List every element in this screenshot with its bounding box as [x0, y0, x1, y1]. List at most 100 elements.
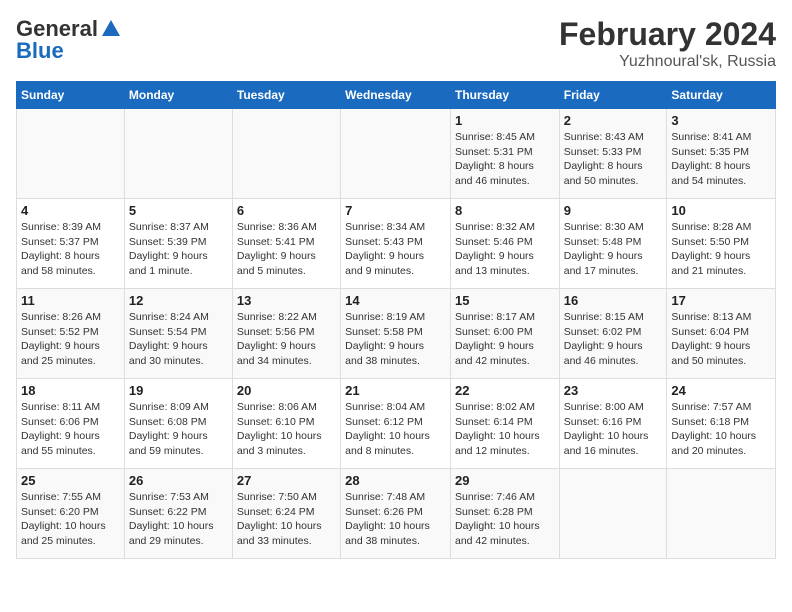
header-wednesday: Wednesday [341, 82, 451, 109]
day-number: 15 [455, 293, 555, 308]
day-info: Sunrise: 8:30 AM Sunset: 5:48 PM Dayligh… [564, 220, 663, 279]
day-number: 6 [237, 203, 336, 218]
calendar-cell: 12 Sunrise: 8:24 AM Sunset: 5:54 PM Dayli… [124, 289, 232, 379]
calendar-cell [341, 109, 451, 199]
day-number: 1 [455, 113, 555, 128]
main-title: February 2024 [559, 16, 776, 53]
day-info: Sunrise: 8:34 AM Sunset: 5:43 PM Dayligh… [345, 220, 446, 279]
subtitle: Yuzhnoural'sk, Russia [559, 53, 776, 71]
day-info: Sunrise: 7:57 AM Sunset: 6:18 PM Dayligh… [671, 400, 771, 459]
day-info: Sunrise: 8:39 AM Sunset: 5:37 PM Dayligh… [21, 220, 120, 279]
day-number: 23 [564, 383, 663, 398]
calendar-cell: 22 Sunrise: 8:02 AM Sunset: 6:14 PM Dayli… [450, 379, 559, 469]
calendar-cell: 20Sunrise: 8:06 AM Sunset: 6:10 PM Dayli… [232, 379, 340, 469]
day-info: Sunrise: 8:45 AM Sunset: 5:31 PM Dayligh… [455, 130, 555, 189]
calendar-cell [559, 469, 667, 559]
calendar-cell: 7 Sunrise: 8:34 AM Sunset: 5:43 PM Daylig… [341, 199, 451, 289]
calendar-cell: 19 Sunrise: 8:09 AM Sunset: 6:08 PM Dayli… [124, 379, 232, 469]
day-number: 22 [455, 383, 555, 398]
header-thursday: Thursday [450, 82, 559, 109]
day-number: 11 [21, 293, 120, 308]
day-number: 7 [345, 203, 446, 218]
day-number: 10 [671, 203, 771, 218]
day-info: Sunrise: 8:09 AM Sunset: 6:08 PM Dayligh… [129, 400, 228, 459]
week-row-2: 4 Sunrise: 8:39 AM Sunset: 5:37 PM Daylig… [17, 199, 776, 289]
day-number: 4 [21, 203, 120, 218]
day-number: 3 [671, 113, 771, 128]
day-number: 13 [237, 293, 336, 308]
day-info: Sunrise: 7:50 AM Sunset: 6:24 PM Dayligh… [237, 490, 336, 549]
calendar-cell: 9Sunrise: 8:30 AM Sunset: 5:48 PM Daylig… [559, 199, 667, 289]
day-number: 24 [671, 383, 771, 398]
day-info: Sunrise: 8:43 AM Sunset: 5:33 PM Dayligh… [564, 130, 663, 189]
calendar-cell: 15 Sunrise: 8:17 AM Sunset: 6:00 PM Dayli… [450, 289, 559, 379]
day-number: 8 [455, 203, 555, 218]
week-row-3: 11 Sunrise: 8:26 AM Sunset: 5:52 PM Dayli… [17, 289, 776, 379]
week-row-5: 25 Sunrise: 7:55 AM Sunset: 6:20 PM Dayli… [17, 469, 776, 559]
day-number: 29 [455, 473, 555, 488]
calendar-cell: 11 Sunrise: 8:26 AM Sunset: 5:52 PM Dayli… [17, 289, 125, 379]
header-saturday: Saturday [667, 82, 776, 109]
day-number: 19 [129, 383, 228, 398]
calendar-cell: 24 Sunrise: 7:57 AM Sunset: 6:18 PM Dayli… [667, 379, 776, 469]
day-info: Sunrise: 8:00 AM Sunset: 6:16 PM Dayligh… [564, 400, 663, 459]
day-info: Sunrise: 7:46 AM Sunset: 6:28 PM Dayligh… [455, 490, 555, 549]
calendar-cell: 27Sunrise: 7:50 AM Sunset: 6:24 PM Dayli… [232, 469, 340, 559]
day-info: Sunrise: 8:11 AM Sunset: 6:06 PM Dayligh… [21, 400, 120, 459]
week-row-4: 18 Sunrise: 8:11 AM Sunset: 6:06 PM Dayli… [17, 379, 776, 469]
page-header: General Blue February 2024 Yuzhnoural'sk… [16, 16, 776, 71]
calendar-cell: 28Sunrise: 7:48 AM Sunset: 6:26 PM Dayli… [341, 469, 451, 559]
day-info: Sunrise: 8:28 AM Sunset: 5:50 PM Dayligh… [671, 220, 771, 279]
calendar-cell: 26 Sunrise: 7:53 AM Sunset: 6:22 PM Dayli… [124, 469, 232, 559]
day-info: Sunrise: 8:02 AM Sunset: 6:14 PM Dayligh… [455, 400, 555, 459]
day-info: Sunrise: 8:26 AM Sunset: 5:52 PM Dayligh… [21, 310, 120, 369]
day-info: Sunrise: 8:24 AM Sunset: 5:54 PM Dayligh… [129, 310, 228, 369]
day-number: 17 [671, 293, 771, 308]
header-monday: Monday [124, 82, 232, 109]
calendar-table: SundayMondayTuesdayWednesdayThursdayFrid… [16, 81, 776, 559]
calendar-cell: 5Sunrise: 8:37 AM Sunset: 5:39 PM Daylig… [124, 199, 232, 289]
day-info: Sunrise: 8:32 AM Sunset: 5:46 PM Dayligh… [455, 220, 555, 279]
calendar-cell [667, 469, 776, 559]
day-info: Sunrise: 8:17 AM Sunset: 6:00 PM Dayligh… [455, 310, 555, 369]
calendar-cell: 3 Sunrise: 8:41 AM Sunset: 5:35 PM Daylig… [667, 109, 776, 199]
logo-icon [100, 18, 122, 40]
calendar-cell: 21 Sunrise: 8:04 AM Sunset: 6:12 PM Dayli… [341, 379, 451, 469]
header-friday: Friday [559, 82, 667, 109]
week-row-1: 1 Sunrise: 8:45 AM Sunset: 5:31 PM Daylig… [17, 109, 776, 199]
calendar-cell: 13Sunrise: 8:22 AM Sunset: 5:56 PM Dayli… [232, 289, 340, 379]
calendar-cell: 2 Sunrise: 8:43 AM Sunset: 5:33 PM Daylig… [559, 109, 667, 199]
day-info: Sunrise: 8:19 AM Sunset: 5:58 PM Dayligh… [345, 310, 446, 369]
day-number: 26 [129, 473, 228, 488]
day-number: 16 [564, 293, 663, 308]
day-number: 28 [345, 473, 446, 488]
calendar-cell: 18 Sunrise: 8:11 AM Sunset: 6:06 PM Dayli… [17, 379, 125, 469]
day-number: 25 [21, 473, 120, 488]
calendar-cell: 16 Sunrise: 8:15 AM Sunset: 6:02 PM Dayli… [559, 289, 667, 379]
day-number: 2 [564, 113, 663, 128]
day-info: Sunrise: 8:04 AM Sunset: 6:12 PM Dayligh… [345, 400, 446, 459]
day-number: 18 [21, 383, 120, 398]
day-number: 21 [345, 383, 446, 398]
day-info: Sunrise: 7:53 AM Sunset: 6:22 PM Dayligh… [129, 490, 228, 549]
calendar-cell: 6Sunrise: 8:36 AM Sunset: 5:41 PM Daylig… [232, 199, 340, 289]
calendar-cell: 17Sunrise: 8:13 AM Sunset: 6:04 PM Dayli… [667, 289, 776, 379]
day-info: Sunrise: 8:41 AM Sunset: 5:35 PM Dayligh… [671, 130, 771, 189]
calendar-cell: 1 Sunrise: 8:45 AM Sunset: 5:31 PM Daylig… [450, 109, 559, 199]
header-sunday: Sunday [17, 82, 125, 109]
calendar-cell: 23 Sunrise: 8:00 AM Sunset: 6:16 PM Dayli… [559, 379, 667, 469]
day-info: Sunrise: 7:55 AM Sunset: 6:20 PM Dayligh… [21, 490, 120, 549]
day-info: Sunrise: 8:06 AM Sunset: 6:10 PM Dayligh… [237, 400, 336, 459]
calendar-cell: 8 Sunrise: 8:32 AM Sunset: 5:46 PM Daylig… [450, 199, 559, 289]
day-number: 5 [129, 203, 228, 218]
day-number: 14 [345, 293, 446, 308]
day-number: 12 [129, 293, 228, 308]
calendar-cell [17, 109, 125, 199]
calendar-cell: 14 Sunrise: 8:19 AM Sunset: 5:58 PM Dayli… [341, 289, 451, 379]
day-info: Sunrise: 8:15 AM Sunset: 6:02 PM Dayligh… [564, 310, 663, 369]
calendar-cell: 4 Sunrise: 8:39 AM Sunset: 5:37 PM Daylig… [17, 199, 125, 289]
logo-blue: Blue [16, 38, 64, 64]
calendar-cell: 25 Sunrise: 7:55 AM Sunset: 6:20 PM Dayli… [17, 469, 125, 559]
header-tuesday: Tuesday [232, 82, 340, 109]
title-section: February 2024 Yuzhnoural'sk, Russia [559, 16, 776, 71]
